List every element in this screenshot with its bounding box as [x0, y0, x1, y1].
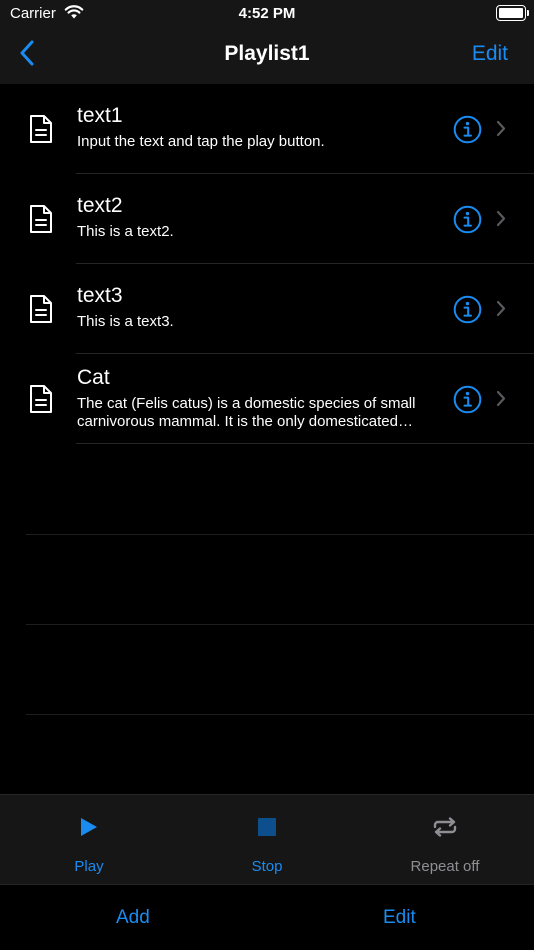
document-icon	[28, 113, 54, 150]
item-subtitle: Input the text and tap the play button.	[77, 133, 325, 150]
play-button[interactable]: Play	[0, 795, 178, 885]
info-icon[interactable]	[453, 295, 482, 329]
info-icon[interactable]	[453, 205, 482, 239]
list-item[interactable]: Cat The cat (Felis catus) is a domestic …	[0, 354, 534, 444]
page-title: Playlist1	[224, 42, 310, 65]
text-list: text1 Input the text and tap the play bu…	[0, 84, 534, 444]
document-icon	[28, 203, 54, 240]
chevron-right-icon	[496, 300, 506, 322]
list-item[interactable]: text2 This is a text2.	[0, 174, 534, 264]
bottom-edit-button[interactable]: Edit	[383, 907, 416, 929]
empty-row-separator	[26, 624, 534, 625]
add-button[interactable]: Add	[116, 907, 150, 929]
chevron-right-icon	[496, 390, 506, 412]
list-item[interactable]: text3 This is a text3.	[0, 264, 534, 354]
empty-row-separator	[26, 714, 534, 715]
info-icon[interactable]	[453, 115, 482, 149]
stop-button[interactable]: Stop	[178, 795, 356, 885]
document-icon	[28, 383, 54, 420]
row-separator	[76, 443, 534, 444]
info-icon[interactable]	[453, 385, 482, 419]
repeat-icon	[432, 817, 458, 842]
chevron-right-icon	[496, 210, 506, 232]
list-item[interactable]: text1 Input the text and tap the play bu…	[0, 84, 534, 174]
repeat-button[interactable]: Repeat off	[356, 795, 534, 885]
empty-row-separator	[26, 534, 534, 535]
item-title: Cat	[77, 366, 110, 389]
bottom-toolbar: Add Edit	[0, 884, 534, 950]
play-icon	[80, 817, 98, 842]
player-toolbar: Play Stop Repeat off	[0, 794, 534, 884]
status-time: 4:52 PM	[238, 5, 296, 22]
navigation-bar: Playlist1 Edit	[0, 28, 534, 84]
item-subtitle: This is a text3.	[77, 313, 174, 330]
status-bar: Carrier 4:52 PM	[0, 0, 534, 28]
stop-label: Stop	[251, 858, 283, 875]
back-button[interactable]	[12, 40, 42, 70]
item-title: text1	[77, 104, 123, 127]
battery-icon	[496, 5, 529, 21]
document-icon	[28, 293, 54, 330]
item-title: text3	[77, 284, 123, 307]
chevron-left-icon	[19, 40, 35, 71]
repeat-label: Repeat off	[410, 858, 480, 875]
stop-icon	[258, 817, 276, 842]
play-label: Play	[74, 858, 104, 875]
item-subtitle: This is a text2.	[77, 223, 174, 240]
chevron-right-icon	[496, 120, 506, 142]
item-subtitle: The cat (Felis catus) is a domestic spec…	[77, 395, 416, 430]
edit-button[interactable]: Edit	[472, 42, 508, 66]
item-title: text2	[77, 194, 123, 217]
